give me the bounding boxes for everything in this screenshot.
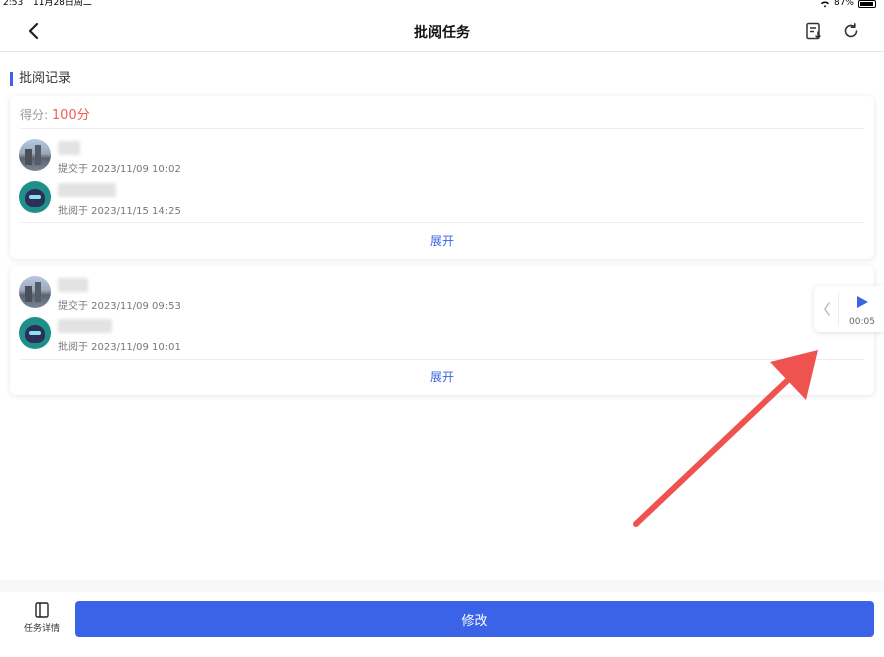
refresh-icon	[844, 23, 858, 38]
score-label: 得分:	[20, 108, 49, 122]
reviewed-time: 批阅于 2023/11/15 14:25	[58, 206, 181, 217]
submitted-time: 提交于 2023/11/09 10:02	[58, 164, 181, 175]
refresh-button[interactable]	[841, 21, 861, 41]
score-value: 100分	[51, 108, 90, 123]
teacher-name-redacted	[58, 319, 112, 333]
task-details-label: 任务详情	[23, 624, 60, 634]
export-list-button[interactable]	[804, 21, 824, 41]
reviewed-time: 批阅于 2023/11/09 10:01	[58, 342, 181, 353]
divider	[838, 292, 839, 326]
chevron-left-icon	[824, 302, 830, 316]
bottom-separator	[0, 580, 884, 592]
content-area: 批阅记录 得分: 100分 提交于 2023/11/09 10:02 批阅于 2…	[0, 52, 884, 580]
teacher-avatar	[19, 317, 51, 349]
review-record: 批阅于 2023/11/09 10:01	[19, 317, 419, 353]
modify-button[interactable]: 修改	[75, 601, 874, 637]
student-name-redacted	[58, 141, 80, 155]
status-date: 11月28日周二	[33, 0, 92, 8]
expand-button[interactable]: 展开	[10, 368, 874, 385]
status-time: 2:53	[3, 0, 24, 8]
student-name-redacted	[58, 278, 88, 292]
status-right: 87%	[820, 0, 876, 8]
task-details-button[interactable]: 任务详情	[18, 602, 66, 642]
submission-record: 提交于 2023/11/09 10:02	[19, 139, 419, 175]
play-icon	[857, 296, 868, 308]
review-record-card: 得分: 100分 提交于 2023/11/09 10:02 批阅于 2023/1…	[10, 96, 874, 259]
divider	[20, 359, 864, 360]
battery-icon	[858, 0, 876, 8]
export-list-icon	[806, 22, 821, 40]
divider	[20, 222, 864, 223]
section-title: 批阅记录	[10, 72, 71, 86]
divider	[20, 128, 864, 129]
status-bar: 2:53 11月28日周二 87%	[0, 0, 884, 10]
teacher-avatar	[19, 181, 51, 213]
submission-record: 提交于 2023/11/09 09:53	[19, 276, 419, 312]
audio-duration: 00:05	[849, 317, 875, 327]
bottom-bar: 任务详情 修改	[0, 592, 884, 657]
audio-player-widget: 00:05	[814, 286, 884, 332]
collapse-audio-button[interactable]	[819, 298, 835, 320]
panel-icon	[35, 602, 49, 618]
wifi-icon	[820, 0, 829, 7]
student-avatar	[19, 139, 51, 171]
nav-bar: 批阅任务	[0, 10, 884, 52]
submitted-time: 提交于 2023/11/09 09:53	[58, 301, 181, 312]
review-record: 批阅于 2023/11/15 14:25	[19, 181, 419, 217]
review-record-card: 提交于 2023/11/09 09:53 批阅于 2023/11/09 10:0…	[10, 266, 874, 395]
score-row: 得分: 100分	[20, 104, 90, 123]
play-audio-button[interactable]	[854, 294, 870, 310]
teacher-name-redacted	[58, 183, 116, 197]
student-avatar	[19, 276, 51, 308]
expand-button[interactable]: 展开	[10, 232, 874, 249]
battery-percent: 87%	[833, 0, 854, 8]
page-title: 批阅任务	[414, 25, 470, 41]
